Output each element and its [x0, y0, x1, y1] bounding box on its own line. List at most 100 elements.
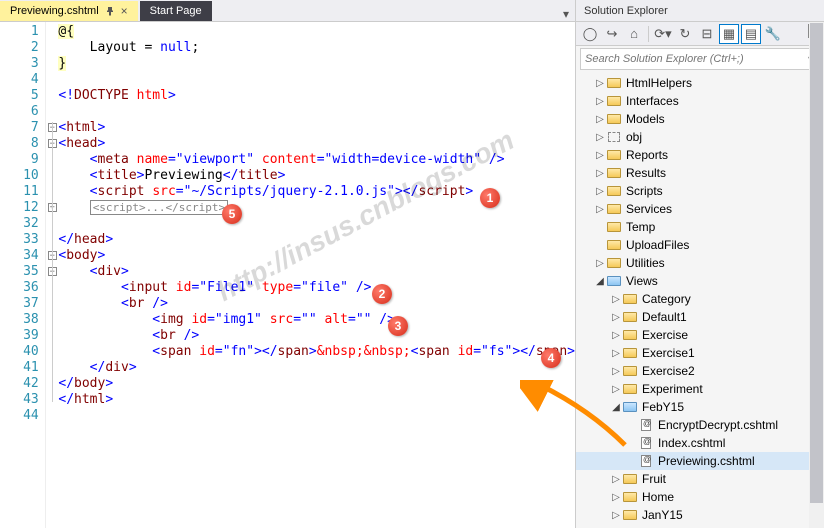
tree-item-label: Utilities: [626, 256, 665, 270]
tree-item[interactable]: ▷ Exercise1: [576, 344, 824, 362]
tab-overflow-dropdown[interactable]: ▾: [557, 7, 575, 21]
expand-arrow[interactable]: ▷: [610, 474, 622, 485]
solution-tree[interactable]: ▷HtmlHelpers▷Interfaces▷Models▷obj▷Repor…: [576, 72, 824, 528]
tree-item[interactable]: ▷Exercise: [576, 326, 824, 344]
folder-icon: [622, 508, 638, 522]
tab-bar: Previewing.cshtml × Start Page ▾: [0, 0, 575, 22]
collapse-button[interactable]: ⊟: [697, 24, 717, 44]
tree-item[interactable]: Temp: [576, 218, 824, 236]
folder-icon: [622, 328, 638, 342]
tree-item[interactable]: ▷ Exercise2: [576, 362, 824, 380]
tree-item-label: Category: [642, 292, 691, 306]
tree-item[interactable]: ▷ Experiment: [576, 380, 824, 398]
expand-arrow[interactable]: ▷: [594, 186, 606, 197]
tree-item[interactable]: EncryptDecrypt.cshtml: [576, 416, 824, 434]
folder-icon: [606, 184, 622, 198]
expand-arrow[interactable]: ▷: [610, 366, 622, 377]
tree-item[interactable]: ▷HtmlHelpers: [576, 74, 824, 92]
solution-explorer-title: Solution Explorer: [576, 0, 824, 22]
file-icon: [638, 436, 654, 450]
tree-item-label: Reports: [626, 148, 668, 162]
tab-inactive[interactable]: Start Page: [140, 1, 212, 21]
tree-item[interactable]: ▷ Utilities: [576, 254, 824, 272]
tree-item[interactable]: ▷Services: [576, 200, 824, 218]
expand-arrow[interactable]: ◢: [610, 402, 622, 413]
tree-item[interactable]: ▷ obj: [576, 128, 824, 146]
properties-button[interactable]: 🔧: [763, 24, 783, 44]
file-icon: [638, 454, 654, 468]
folder-icon: [622, 292, 638, 306]
tree-item-label: obj: [626, 130, 642, 144]
editor-pane: Previewing.cshtml × Start Page ▾ 1234567…: [0, 0, 576, 528]
obj-icon: [606, 130, 622, 144]
preview-button[interactable]: ▤: [741, 24, 761, 44]
tree-item[interactable]: Index.cshtml: [576, 434, 824, 452]
expand-arrow[interactable]: ▷: [594, 258, 606, 269]
tree-item[interactable]: ◢ Views: [576, 272, 824, 290]
tree-item[interactable]: Previewing.cshtml: [576, 452, 824, 470]
tree-item[interactable]: ◢ FebY15: [576, 398, 824, 416]
folder-icon: [606, 256, 622, 270]
expand-arrow[interactable]: ▷: [594, 78, 606, 89]
tree-item-label: Exercise1: [642, 346, 695, 360]
tree-item[interactable]: ▷Results: [576, 164, 824, 182]
refresh-button[interactable]: ↻: [675, 24, 695, 44]
expand-arrow[interactable]: ▷: [610, 492, 622, 503]
tab-active[interactable]: Previewing.cshtml ×: [0, 1, 138, 21]
home-button[interactable]: ⌂: [624, 24, 644, 44]
callout-4: 4: [541, 348, 561, 368]
close-icon[interactable]: ×: [121, 4, 128, 18]
tree-item-label: EncryptDecrypt.cshtml: [658, 418, 778, 432]
callout-3: 3: [388, 316, 408, 336]
tree-item-label: Index.cshtml: [658, 436, 725, 450]
tree-item-label: Exercise2: [642, 364, 695, 378]
forward-button[interactable]: ↪: [602, 24, 622, 44]
code-editor[interactable]: 1234567891011123233343536373839404142434…: [0, 22, 575, 528]
vertical-scrollbar[interactable]: [809, 22, 824, 528]
tree-item[interactable]: ▷Home: [576, 488, 824, 506]
outline-column[interactable]: −−+−−: [46, 22, 57, 528]
tree-item[interactable]: ▷Fruit: [576, 470, 824, 488]
expand-arrow[interactable]: ▷: [594, 96, 606, 107]
expand-arrow[interactable]: ▷: [594, 150, 606, 161]
expand-arrow[interactable]: ▷: [610, 510, 622, 521]
tree-item[interactable]: ▷Scripts: [576, 182, 824, 200]
show-all-button[interactable]: ▦: [719, 24, 739, 44]
tree-item[interactable]: ▷Interfaces: [576, 92, 824, 110]
folder-icon: [622, 346, 638, 360]
file-icon: [638, 418, 654, 432]
tree-item-label: Experiment: [642, 382, 703, 396]
pin-icon[interactable]: [105, 6, 115, 16]
expand-arrow[interactable]: ▷: [610, 384, 622, 395]
tree-item-label: Temp: [626, 220, 655, 234]
sync-button[interactable]: ⟳▾: [653, 24, 673, 44]
tree-item-label: JanY15: [642, 508, 683, 522]
back-button[interactable]: ◯: [580, 24, 600, 44]
folder-icon: [606, 112, 622, 126]
expand-arrow[interactable]: ▷: [610, 294, 622, 305]
search-input[interactable]: [585, 53, 806, 65]
expand-arrow[interactable]: ◢: [594, 276, 606, 287]
tree-item[interactable]: ▷ Models: [576, 110, 824, 128]
folder-icon: [606, 166, 622, 180]
tree-item[interactable]: ▷ JanY15: [576, 506, 824, 524]
tree-item-label: Views: [626, 274, 658, 288]
folder-open-icon: [622, 400, 638, 414]
expand-arrow[interactable]: ▷: [594, 114, 606, 125]
expand-arrow[interactable]: ▷: [594, 204, 606, 215]
expand-arrow[interactable]: ▷: [594, 168, 606, 179]
solution-search[interactable]: ▼: [580, 48, 820, 70]
expand-arrow[interactable]: ▷: [610, 348, 622, 359]
code-lines[interactable]: @{ Layout = null;}<!DOCTYPE html><html><…: [56, 22, 575, 528]
tree-item[interactable]: ▷ Default1: [576, 308, 824, 326]
tree-item[interactable]: ▷ Reports: [576, 146, 824, 164]
expand-arrow[interactable]: ▷: [610, 312, 622, 323]
tree-item-label: Models: [626, 112, 665, 126]
tree-item-label: Default1: [642, 310, 687, 324]
tree-item-label: FebY15: [642, 400, 684, 414]
tree-item[interactable]: UploadFiles: [576, 236, 824, 254]
tree-item[interactable]: ▷ Category: [576, 290, 824, 308]
expand-arrow[interactable]: ▷: [610, 330, 622, 341]
expand-arrow[interactable]: ▷: [594, 132, 606, 143]
folder-open-icon: [606, 274, 622, 288]
